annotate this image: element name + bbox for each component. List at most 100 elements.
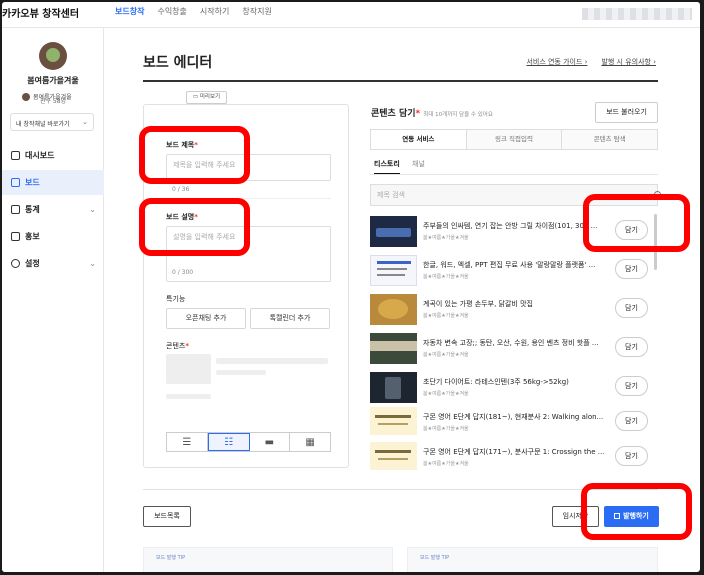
content-meta: 봄★여름★가을★겨울 (423, 461, 469, 467)
content-thumbnail (370, 294, 417, 325)
tab-direct-link[interactable]: 링크 직접입력 (466, 130, 563, 149)
layout-selector: ☰ ☷ ▬ ▦ (166, 432, 331, 452)
preview-channel: 봄여름가을겨울 (22, 92, 72, 101)
content-search-input[interactable]: 제목 검색 (370, 184, 661, 206)
contents-subtitle: 최대 10개까지 담을 수 있어요 (423, 112, 493, 118)
card-icon: ▬ (264, 436, 275, 448)
content-thumbnail (370, 216, 417, 247)
content-text-placeholder (216, 358, 328, 364)
add-content-button[interactable]: 담기 (615, 446, 648, 466)
sidebar-item-settings[interactable]: 설정 ⌄ (2, 251, 104, 276)
board-list-button[interactable]: 보드목록 (143, 506, 191, 527)
add-content-button[interactable]: 담기 (615, 376, 648, 396)
sidebar-item-dashboard[interactable]: 대시보드 (2, 143, 104, 168)
footer-divider (143, 489, 658, 490)
contents-label: 콘텐츠* (166, 342, 189, 350)
content-meta: 봄★여름★가을★겨울 (423, 391, 469, 397)
list-item: 계곡이 있는 가평 손두부, 닭갈비 맛집 봄★여름★가을★겨울 담기 (370, 294, 658, 331)
list-item: 한글, 워드, 엑셀, PPT 편집 무료 사용 '말랑말랑 플랫폼' ... … (370, 255, 658, 292)
temp-save-button[interactable]: 임시저장 (552, 506, 599, 527)
content-text-placeholder (216, 370, 266, 375)
content-thumbnail (370, 255, 417, 286)
layout-card-button[interactable]: ▬ (250, 433, 291, 451)
open-chat-add-button[interactable]: 오픈채팅 추가 (166, 308, 246, 329)
publish-button-label: 발행하기 (623, 512, 649, 520)
description-char-count: 0 / 300 (172, 269, 194, 276)
gear-icon (11, 259, 20, 268)
content-meta: 봄★여름★가을★겨울 (423, 313, 469, 319)
layout-grid-button[interactable]: ▦ (290, 433, 330, 451)
service-guide-link[interactable]: 서비스 연동 가이드 › (526, 57, 587, 67)
publish-notes-link[interactable]: 발행 시 유의사항 › (601, 57, 656, 67)
content-title: 한글, 워드, 엑셀, PPT 편집 무료 사용 '말랑말랑 플랫폼' ... (423, 261, 596, 269)
blurred-account-area (582, 8, 692, 20)
nav-revenue[interactable]: 수익창출 (157, 6, 186, 17)
title-input[interactable]: 제목을 입력해 주세요 (166, 154, 331, 181)
content-title: 주부들의 인싸템, 연기 잡는 안방 그릴 차이점(101, 301 ... (423, 222, 598, 230)
page-links: 서비스 연동 가이드 › 발행 시 유의사항 › (526, 57, 656, 67)
title-label-text: 보드 제목 (166, 141, 195, 149)
service-logo[interactable]: 카카오뷰 창작센터 (2, 5, 79, 20)
description-input-placeholder: 설명을 입력해 주세요 (173, 233, 236, 241)
nav-creator-support[interactable]: 창작지원 (242, 6, 271, 17)
page-title: 보드 에디터 (143, 55, 213, 71)
list-lines-icon: ☰ (182, 436, 192, 448)
nav-board-create[interactable]: 보드창작 (115, 6, 144, 17)
channel-avatar (22, 92, 30, 101)
tab-linked-service[interactable]: 연동 서비스 (371, 130, 467, 149)
content-text-placeholder (166, 394, 211, 399)
layout-list-thumb-button[interactable]: ☷ (207, 433, 250, 451)
subtab-channel[interactable]: 채널 (412, 159, 425, 169)
sidebar-item-label: 통계 (25, 205, 40, 214)
sidebar-item-label: 대시보드 (25, 151, 55, 160)
description-label: 보드 설명* (166, 213, 198, 221)
dashboard-icon (11, 151, 20, 160)
subtab-divider (370, 174, 658, 175)
scrollbar[interactable] (654, 214, 657, 270)
channel-name: 봄여름가을겨울 (27, 76, 79, 85)
add-content-button[interactable]: 담기 (615, 259, 648, 279)
title-input-placeholder: 제목을 입력해 주세요 (173, 161, 236, 169)
preview-button[interactable]: ▭ 미리보기 (186, 91, 227, 104)
publish-button[interactable]: 발행하기 (604, 506, 659, 527)
monitor-icon: ▭ (192, 94, 199, 100)
sidebar: 봄여름가을겨울 친구 58명 내 창작채널 바로가기 ⌄ 대시보드 보드 통계 … (2, 28, 104, 572)
contents-tabs: 연동 서비스 링크 직접입력 콘텐츠 탐색 (370, 129, 658, 150)
top-nav: 보드창작 수익창출 시작하기 창작지원 (115, 6, 272, 17)
sidebar-item-label: 보드 (25, 178, 40, 187)
content-thumbnail (370, 333, 417, 364)
talk-calendar-add-button[interactable]: 톡캘린더 추가 (250, 308, 330, 329)
sidebar-item-promotion[interactable]: 홍보 (2, 224, 104, 249)
search-icon[interactable] (654, 191, 661, 198)
nav-getting-started[interactable]: 시작하기 (200, 6, 229, 17)
add-content-button[interactable]: 담기 (615, 411, 648, 431)
search-placeholder: 제목 검색 (377, 191, 405, 199)
layout-list-button[interactable]: ☰ (167, 433, 208, 451)
list-item: 자동차 변속 고장;; 동탄, 오산, 수원, 용인 벤츠 정비 핫플 ... … (370, 333, 658, 370)
content-title: 초단기 다이어트: 라테스인텐(3주 56kg->52kg) (423, 378, 569, 386)
tab-content-explore[interactable]: 콘텐츠 탐색 (562, 130, 658, 149)
stats-icon (11, 205, 20, 214)
content-meta: 봄★여름★가을★겨울 (423, 235, 469, 241)
content-thumbnail (370, 407, 417, 435)
add-content-button[interactable]: 담기 (615, 298, 648, 318)
sidebar-item-stats[interactable]: 통계 ⌄ (2, 197, 104, 222)
channel-select[interactable]: 내 창작채널 바로가기 ⌄ (10, 113, 94, 131)
sidebar-item-label: 설정 (25, 259, 40, 268)
sidebar-item-board[interactable]: 보드 (2, 170, 104, 195)
subtab-tistory[interactable]: 티스토리 (374, 159, 400, 175)
list-item: 구몬 영어 E단계 답지(181~), 현재분사 2: Walking alon… (370, 407, 658, 444)
top-bar: 카카오뷰 창작센터 보드창작 수익창출 시작하기 창작지원 (2, 2, 700, 28)
content-meta: 봄★여름★가을★겨울 (423, 426, 469, 432)
list-item: 주부들의 인싸템, 연기 잡는 안방 그릴 차이점(101, 301 ... 봄… (370, 216, 658, 253)
chevron-down-icon: ⌄ (89, 205, 96, 214)
grid-icon: ▦ (305, 436, 315, 448)
add-content-button[interactable]: 담기 (615, 220, 648, 240)
chevron-down-icon: ⌄ (89, 259, 96, 268)
add-content-button[interactable]: 담기 (615, 337, 648, 357)
load-board-button[interactable]: 보드 불러오기 (595, 102, 658, 123)
content-title: 구몬 영어 E단계 답지(181~), 현재분사 2: Walking alon… (423, 413, 604, 421)
contents-panel-title: 콘텐츠 담기* 최대 10개까지 담을 수 있어요 (371, 109, 493, 119)
title-label: 보드 제목* (166, 141, 198, 149)
content-title: 계곡이 있는 가평 손두부, 닭갈비 맛집 (423, 300, 533, 308)
